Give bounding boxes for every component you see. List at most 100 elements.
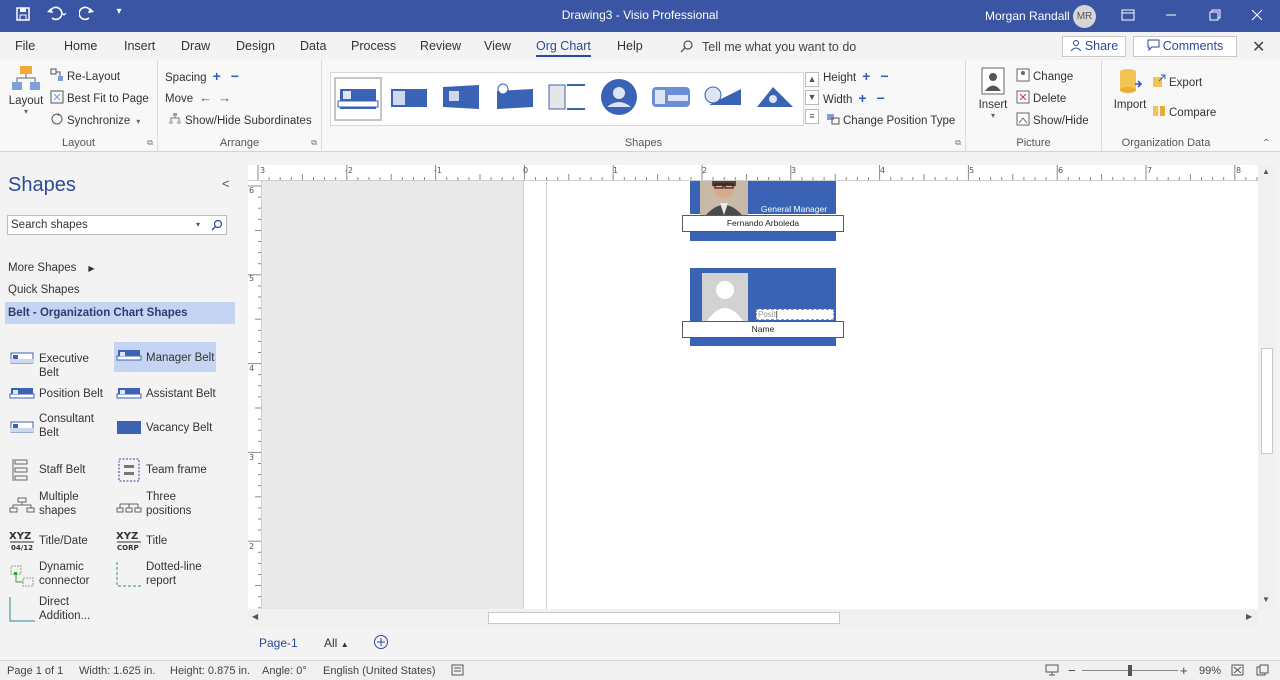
zoom-in-icon[interactable]: +: [1180, 663, 1188, 678]
search-icon[interactable]: [211, 219, 223, 231]
collapse-ribbon-icon[interactable]: ⌃: [1262, 138, 1270, 149]
org-shape-general-manager[interactable]: General Manager Fernando Arboleda: [682, 181, 844, 241]
shape-title[interactable]: XYZ CORP Title: [116, 529, 216, 553]
shape-dynamic-connector[interactable]: Dynamic connector: [9, 560, 109, 590]
gallery-style-5[interactable]: [545, 77, 593, 121]
share-button[interactable]: Share: [1062, 36, 1126, 57]
shape-team-frame[interactable]: Team frame: [116, 457, 216, 483]
gallery-style-2[interactable]: [387, 77, 435, 121]
shape-multiple-shapes[interactable]: Multiple shapes: [9, 490, 109, 520]
shape-vacancy-belt[interactable]: Vacancy Belt: [116, 418, 216, 438]
gallery-style-6[interactable]: [597, 77, 645, 121]
org-shape-new-position[interactable]: Posit| Name: [682, 268, 844, 346]
tab-design[interactable]: Design: [236, 39, 275, 53]
tab-home[interactable]: Home: [64, 39, 97, 53]
minimize-icon[interactable]: [1160, 5, 1182, 27]
tab-process[interactable]: Process: [351, 39, 396, 53]
vertical-scroll-thumb[interactable]: [1261, 348, 1273, 454]
zoom-level[interactable]: 99%: [1199, 665, 1221, 677]
move-left-icon[interactable]: ←: [199, 90, 212, 105]
synchronize-button[interactable]: Synchronize ▾: [50, 112, 140, 127]
tab-file[interactable]: File: [15, 39, 35, 53]
drawing-canvas[interactable]: General Manager Fernando Arboleda Posit|…: [262, 181, 1258, 609]
gallery-style-8[interactable]: [701, 77, 749, 121]
page-tab-1[interactable]: Page-1: [259, 636, 298, 650]
gallery-style-7[interactable]: [649, 77, 697, 121]
width-decrease-icon[interactable]: −: [877, 90, 885, 106]
shapes-launcher-icon[interactable]: ⧉: [955, 138, 961, 148]
scroll-left-icon[interactable]: ◀: [252, 612, 258, 621]
horizontal-scroll-thumb[interactable]: [488, 612, 840, 624]
tab-insert[interactable]: Insert: [124, 39, 155, 53]
quick-shapes-link[interactable]: Quick Shapes: [8, 284, 80, 296]
stencil-belt-org-chart[interactable]: Belt - Organization Chart Shapes: [5, 302, 235, 324]
status-language[interactable]: English (United States): [323, 665, 436, 677]
relayout-button[interactable]: Re-Layout: [50, 68, 120, 83]
gallery-style-belt[interactable]: [334, 77, 382, 121]
gallery-style-9[interactable]: [753, 77, 801, 121]
spacing-increase-icon[interactable]: +: [213, 68, 221, 84]
presentation-mode-icon[interactable]: [1045, 664, 1059, 679]
export-button[interactable]: Export: [1152, 74, 1202, 89]
show-hide-subordinates-button[interactable]: Show/Hide Subordinates: [168, 112, 312, 127]
shape-direct-addition[interactable]: Direct Addition...: [9, 595, 109, 625]
search-shapes-input[interactable]: Search shapes ▾: [7, 215, 227, 235]
shape-position-belt[interactable]: Position Belt: [9, 384, 109, 404]
comments-button[interactable]: Comments: [1133, 36, 1237, 57]
gallery-scroll-down-icon[interactable]: ▼: [805, 90, 819, 105]
tab-view[interactable]: View: [484, 39, 511, 53]
tab-draw[interactable]: Draw: [181, 39, 210, 53]
status-page[interactable]: Page 1 of 1: [7, 665, 63, 677]
macro-record-icon[interactable]: [451, 664, 464, 679]
scroll-down-icon[interactable]: ▼: [1262, 595, 1270, 604]
switch-windows-icon[interactable]: [1256, 664, 1269, 679]
import-button[interactable]: Import: [1112, 66, 1148, 111]
spacing-decrease-icon[interactable]: −: [231, 68, 239, 84]
tab-help[interactable]: Help: [617, 39, 643, 53]
change-picture-button[interactable]: Change: [1016, 68, 1073, 83]
avatar[interactable]: MR: [1073, 5, 1096, 28]
shape-title-date[interactable]: XYZ 04/12 Title/Date: [9, 529, 109, 553]
compare-button[interactable]: Compare: [1152, 104, 1216, 119]
tell-me-search[interactable]: Tell me what you want to do: [680, 39, 856, 54]
scroll-right-icon[interactable]: ▶: [1246, 612, 1252, 621]
card-title-editing[interactable]: Posit|: [756, 309, 834, 320]
best-fit-to-page-button[interactable]: Best Fit to Page: [50, 90, 149, 105]
drawing-page[interactable]: General Manager Fernando Arboleda Posit|…: [523, 181, 1258, 609]
width-increase-icon[interactable]: +: [858, 90, 866, 106]
shape-staff-belt[interactable]: Staff Belt: [9, 457, 109, 483]
shape-consultant-belt[interactable]: Consultant Belt: [9, 412, 109, 442]
shape-assistant-belt[interactable]: Assistant Belt: [116, 384, 216, 404]
tab-org-chart[interactable]: Org Chart: [536, 39, 591, 57]
more-shapes-link[interactable]: More Shapes ▶: [8, 262, 95, 274]
insert-picture-button[interactable]: Insert ▾: [978, 66, 1008, 120]
gallery-style-4[interactable]: [493, 77, 541, 121]
shape-executive-belt[interactable]: Executive Belt: [9, 349, 109, 379]
delete-picture-button[interactable]: Delete: [1016, 90, 1066, 105]
gallery-scroll-up-icon[interactable]: ▲: [805, 72, 819, 87]
user-name[interactable]: Morgan Randall: [985, 9, 1070, 23]
horizontal-scrollbar[interactable]: ◀ ▶: [248, 610, 1258, 626]
arrange-launcher-icon[interactable]: ⧉: [311, 138, 317, 148]
shape-three-positions[interactable]: Three positions: [116, 490, 216, 520]
search-dropdown-icon[interactable]: ▾: [196, 216, 200, 234]
add-page-icon[interactable]: [373, 634, 389, 653]
zoom-slider-thumb[interactable]: [1128, 665, 1132, 676]
zoom-out-icon[interactable]: −: [1068, 663, 1076, 678]
layout-launcher-icon[interactable]: ⧉: [147, 138, 153, 148]
gallery-more-icon[interactable]: ≡: [805, 109, 819, 124]
tab-data[interactable]: Data: [300, 39, 326, 53]
show-hide-picture-button[interactable]: Show/Hide: [1016, 112, 1089, 127]
layout-button[interactable]: Layout ▾: [8, 64, 44, 116]
height-decrease-icon[interactable]: −: [880, 68, 888, 84]
gallery-style-3[interactable]: [439, 77, 487, 121]
fit-page-icon[interactable]: [1231, 664, 1244, 679]
height-increase-icon[interactable]: +: [862, 68, 870, 84]
restore-icon[interactable]: [1204, 5, 1226, 27]
move-right-icon[interactable]: →: [218, 90, 231, 105]
change-position-type-button[interactable]: Change Position Type: [826, 112, 955, 127]
tab-review[interactable]: Review: [420, 39, 461, 53]
scroll-up-icon[interactable]: ▲: [1262, 167, 1270, 176]
close-window-icon[interactable]: [1246, 5, 1268, 27]
close-ribbon-icon[interactable]: ✕: [1252, 37, 1265, 57]
